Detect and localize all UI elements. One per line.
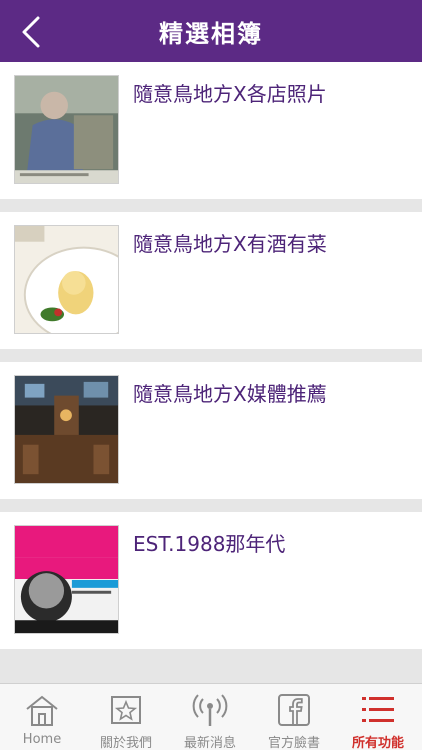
album-item[interactable]: EST.1988那年代 (0, 512, 422, 649)
tab-label: 官方臉書 (267, 736, 320, 750)
album-item[interactable]: 隨意鳥地方X媒體推薦 (0, 362, 422, 499)
menu-list-icon (362, 697, 394, 722)
tab-facebook[interactable]: 官方臉書 (252, 684, 336, 750)
home-icon (26, 695, 58, 726)
tab-label: Home (22, 732, 62, 747)
tab-about-us[interactable]: 關於我們 (84, 684, 168, 750)
album-item[interactable]: 隨意鳥地方X各店照片 (0, 62, 422, 199)
top-nav-bar: 精選相簿 (0, 0, 422, 62)
facebook-icon (278, 694, 310, 726)
album-title: 隨意鳥地方X媒體推薦 (133, 382, 327, 406)
album-title: EST.1988那年代 (133, 532, 286, 556)
tab-home[interactable]: Home (0, 684, 84, 750)
album-thumbnail (14, 75, 119, 184)
album-list: 隨意鳥地方X各店照片 隨意鳥地方X有酒有菜 隨意鳥地方X媒體推薦 EST.198… (0, 62, 422, 649)
album-thumbnail (14, 225, 119, 334)
album-thumbnail (14, 375, 119, 484)
album-thumbnail (14, 525, 119, 634)
album-item[interactable]: 隨意鳥地方X有酒有菜 (0, 212, 422, 349)
album-title: 隨意鳥地方X有酒有菜 (133, 232, 327, 256)
food-photo-image (15, 226, 118, 333)
album-title: 隨意鳥地方X各店照片 (133, 82, 327, 106)
star-icon (111, 696, 141, 724)
store-photo-image (15, 76, 118, 183)
bar-interior-photo-image (15, 376, 118, 483)
bottom-tab-bar: Home 關於我們 最新消息 官方臉書 所有功能 (0, 683, 422, 750)
tab-all-features[interactable]: 所有功能 (336, 684, 420, 750)
poster-photo-image (15, 526, 118, 633)
page-title: 精選相簿 (159, 20, 263, 48)
tab-label: 關於我們 (99, 736, 152, 750)
tab-label: 最新消息 (183, 736, 236, 750)
tab-news[interactable]: 最新消息 (168, 684, 252, 750)
tab-label: 所有功能 (351, 736, 404, 750)
broadcast-icon (192, 694, 228, 726)
